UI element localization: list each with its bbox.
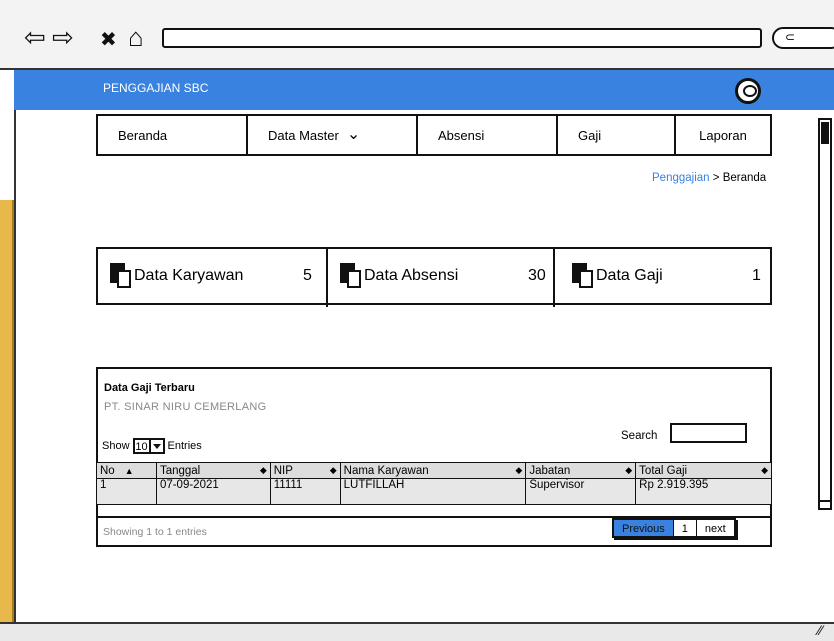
background-decoration <box>0 200 14 630</box>
menu-label: Beranda <box>118 127 168 143</box>
menu-label: Laporan <box>699 127 747 143</box>
menu-label: Gaji <box>578 127 602 143</box>
salary-table: No ▲ Tanggal ◆ NIP ◆ Nama Karyawan ◆ Jabatan… <box>96 462 772 505</box>
scrollbar-end <box>820 500 830 506</box>
window-status-bar <box>0 622 834 641</box>
card-divider <box>553 249 555 307</box>
browser-search-pill[interactable] <box>772 27 834 49</box>
menu-item-laporan[interactable]: Laporan <box>676 116 770 154</box>
menu-item-absensi[interactable]: Absensi <box>418 116 558 154</box>
document-icon <box>110 263 132 289</box>
menu-label: Data Master <box>268 127 339 143</box>
sort-icon: ◆ <box>625 464 633 475</box>
column-header-nama[interactable]: Nama Karyawan ◆ <box>339 462 527 479</box>
dropdown-arrow-icon[interactable] <box>150 438 165 454</box>
card-count: 5 <box>303 267 312 284</box>
document-icon <box>572 263 594 289</box>
user-avatar-icon[interactable] <box>735 78 761 104</box>
page-size-control: Show 10 Entries <box>102 438 202 454</box>
card-count: 1 <box>752 267 761 284</box>
breadcrumb-link-penggajian[interactable]: Penggajian <box>652 172 710 184</box>
back-arrow-icon[interactable]: ⇦ <box>24 24 46 50</box>
show-label: Show <box>102 440 130 452</box>
cell-jabatan: Supervisor <box>525 478 637 505</box>
card-label: Data Absensi <box>364 267 459 284</box>
scrollbar-thumb[interactable] <box>821 122 829 144</box>
previous-button[interactable]: Previous <box>614 520 674 536</box>
close-icon[interactable]: ✖ <box>100 27 117 53</box>
breadcrumb: Penggajian > Beranda <box>652 172 766 184</box>
menu-item-gaji[interactable]: Gaji <box>558 116 676 154</box>
breadcrumb-separator: > <box>712 172 720 184</box>
magnifier-icon: ⊂ <box>785 30 796 44</box>
sort-icon: ◆ <box>329 464 337 475</box>
column-header-no[interactable]: No ▲ <box>96 462 157 479</box>
card-data-absensi[interactable]: Data Absensi <box>340 249 458 303</box>
pagination: Previous 1 next <box>612 518 736 538</box>
entries-label: Entries <box>167 440 202 452</box>
panel-title: Data Gaji Terbaru <box>104 382 195 394</box>
app-brand: PENGGAJIAN SBC <box>103 81 209 95</box>
panel-subtitle: PT. SINAR NIRU CEMERLANG <box>104 401 267 413</box>
page-1-button[interactable]: 1 <box>674 520 697 536</box>
page-size-select[interactable]: 10 <box>132 438 151 454</box>
menu-label: Absensi <box>438 127 485 143</box>
cell-nama: LUTFILLAH <box>339 478 527 505</box>
column-header-tanggal[interactable]: Tanggal ◆ <box>155 462 271 479</box>
search-input[interactable] <box>670 423 747 443</box>
sort-icon: ◆ <box>761 464 768 475</box>
menu-item-data-master[interactable]: Data Master ⌄ <box>248 116 418 154</box>
card-label: Data Gaji <box>596 267 663 284</box>
home-icon[interactable]: ⌂ <box>128 24 144 50</box>
sort-icon: ◆ <box>259 464 267 475</box>
chevron-down-icon: ⌄ <box>346 126 361 143</box>
document-icon <box>340 263 362 289</box>
resize-handle-icon[interactable]: ⁄⁄ <box>818 622 823 638</box>
cell-no: 1 <box>96 478 157 505</box>
column-header-total-gaji[interactable]: Total Gaji ◆ <box>635 462 772 479</box>
cell-total-gaji: Rp 2.919.395 <box>635 478 772 505</box>
address-bar[interactable] <box>162 28 762 48</box>
column-header-nip[interactable]: NIP ◆ <box>269 462 341 479</box>
search-label: Search <box>621 430 658 442</box>
card-label: Data Karyawan <box>134 267 244 284</box>
main-menu: Beranda Data Master ⌄ Absensi Gaji Lapor… <box>96 114 772 156</box>
card-data-karyawan[interactable]: Data Karyawan <box>110 249 243 303</box>
table-row[interactable]: 1 07-09-2021 11111 LUTFILLAH Supervisor … <box>96 478 772 505</box>
stat-cards: Data Karyawan 5 Data Absensi 30 Data Gaj… <box>96 247 772 307</box>
sort-icon: ◆ <box>515 464 523 475</box>
sort-asc-icon: ▲ <box>124 465 134 476</box>
card-data-gaji[interactable]: Data Gaji <box>572 249 663 303</box>
next-button[interactable]: next <box>697 520 734 536</box>
vertical-scrollbar[interactable] <box>818 118 832 510</box>
cell-nip: 11111 <box>269 478 341 505</box>
table-header-row: No ▲ Tanggal ◆ NIP ◆ Nama Karyawan ◆ Jabatan… <box>96 462 772 479</box>
menu-item-beranda[interactable]: Beranda <box>98 116 248 154</box>
column-header-jabatan[interactable]: Jabatan ◆ <box>525 462 637 479</box>
breadcrumb-current: Beranda <box>722 172 767 184</box>
card-count: 30 <box>528 267 546 284</box>
forward-arrow-icon[interactable]: ⇨ <box>52 24 74 50</box>
showing-info: Showing 1 to 1 entries <box>103 526 207 538</box>
cell-tanggal: 07-09-2021 <box>155 478 271 505</box>
card-divider <box>326 249 328 307</box>
